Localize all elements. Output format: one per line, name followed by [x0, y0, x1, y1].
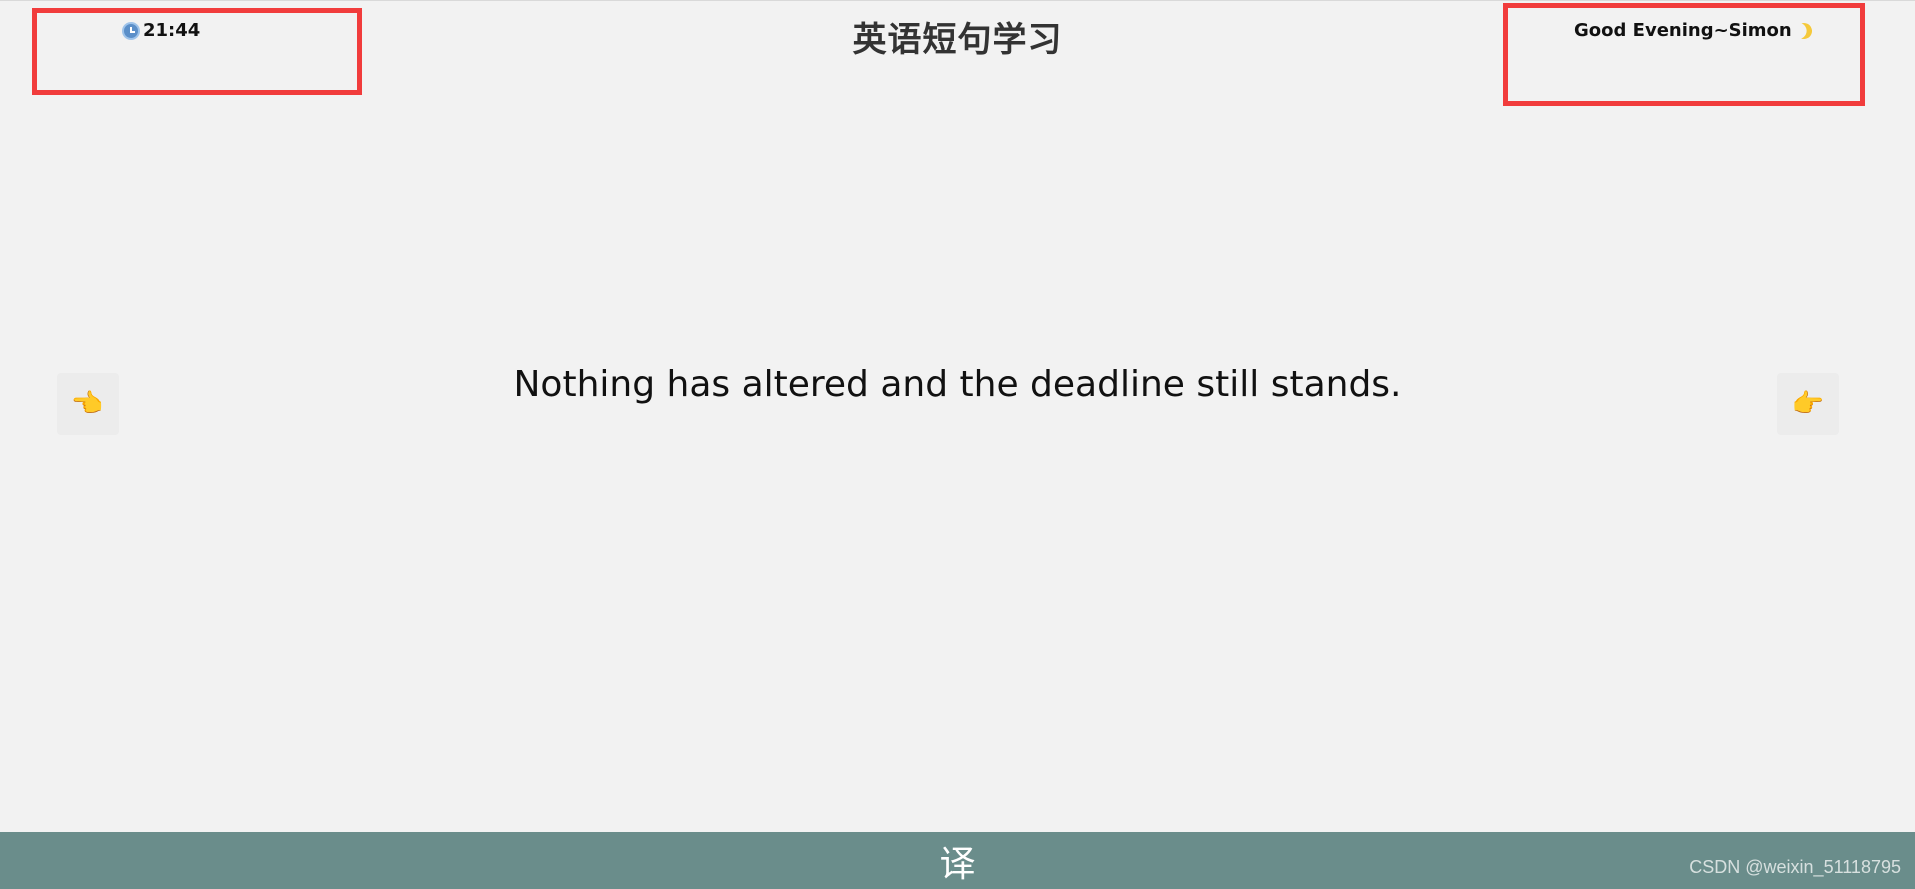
- next-sentence-button[interactable]: 👉: [1777, 373, 1839, 435]
- pointing-hand-icon: 👉: [1791, 389, 1825, 419]
- crescent-moon-icon: [1793, 20, 1814, 41]
- translate-button[interactable]: 译: [0, 832, 1915, 889]
- english-sentence: Nothing has altered and the deadline sti…: [513, 364, 1402, 405]
- top-divider: [0, 0, 1915, 1]
- translate-label: 译: [939, 843, 976, 885]
- greeting-text: Good Evening~Simon: [1574, 20, 1792, 41]
- watermark: CSDN @weixin_51118795: [1689, 857, 1901, 877]
- greeting: Good Evening~Simon: [1574, 20, 1812, 41]
